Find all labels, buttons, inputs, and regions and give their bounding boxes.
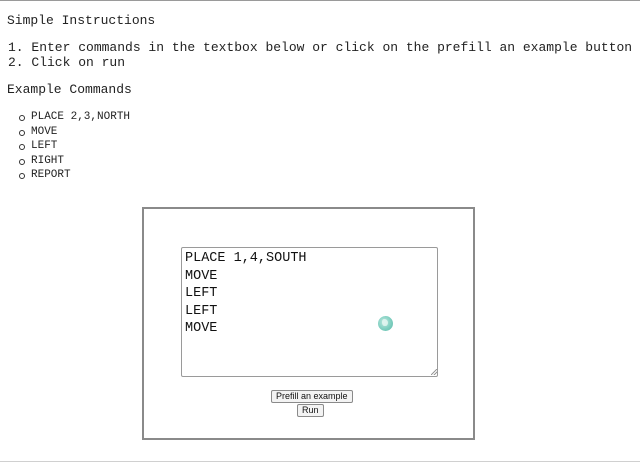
circle-bullet-icon [19,129,25,136]
instructions-list: 1. Enter commands in the textbox below o… [8,40,632,70]
example-command-item: PLACE 2,3,NORTH [18,110,130,125]
example-command-item: LEFT [18,139,130,154]
example-command-text: PLACE 2,3,NORTH [31,111,131,123]
circle-bullet-icon [19,158,25,165]
circle-bullet-icon [19,115,25,121]
circle-bullet-icon [19,173,25,179]
circle-bullet-icon [19,144,25,150]
globe-icon[interactable] [378,316,393,331]
example-command-text: LEFT [31,140,58,152]
prefill-example-button[interactable]: Prefill an example [271,390,353,403]
example-command-text: REPORT [31,169,71,181]
example-command-text: MOVE [31,125,58,138]
example-command-item: MOVE [18,125,130,140]
command-panel: PLACE 1,4,SOUTH MOVE LEFT LEFT MOVE Pref… [142,207,475,440]
example-commands-list: PLACE 2,3,NORTH MOVE LEFT RIGHT REPORT [18,110,130,183]
instruction-step: 2. Click on run [8,55,126,70]
example-command-item: RIGHT [18,154,130,169]
instructions-heading: Simple Instructions [7,13,156,28]
run-button[interactable]: Run [297,404,324,417]
example-command-text: RIGHT [31,154,65,167]
examples-heading: Example Commands [7,82,132,97]
example-command-item: REPORT [18,168,130,183]
commands-textarea[interactable]: PLACE 1,4,SOUTH MOVE LEFT LEFT MOVE [181,247,438,377]
instruction-step: 1. Enter commands in the textbox below o… [8,40,633,55]
resize-handle-icon[interactable] [431,369,437,375]
